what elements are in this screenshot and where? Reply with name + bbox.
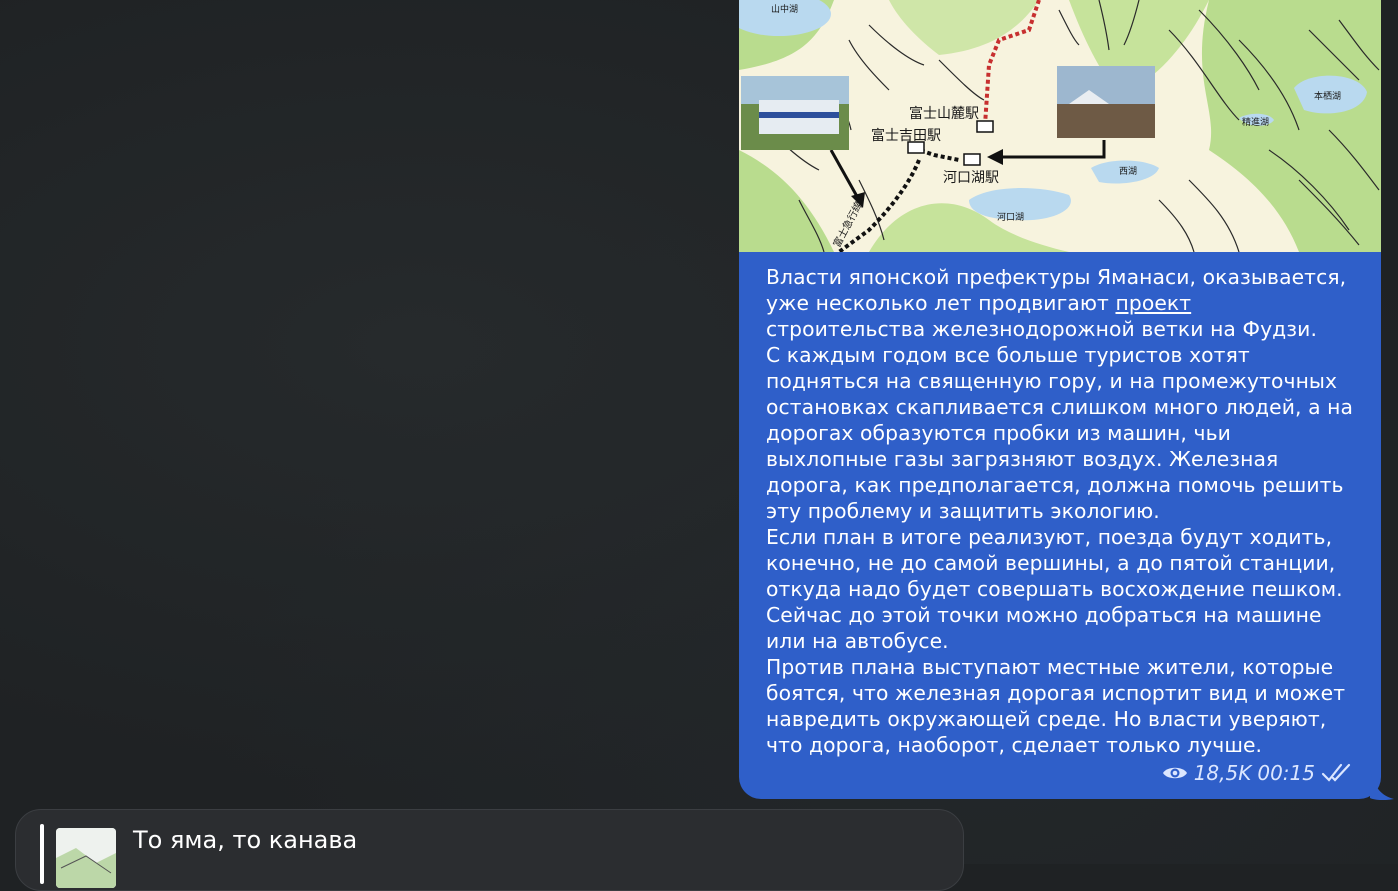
paragraph-intro: Власти японской префектуры Яманаси, оказ… — [766, 264, 1356, 342]
map-label-fujiyoshida: 富士吉田駅 — [871, 127, 941, 144]
paragraph-plan: Если план в итоге реализуют, поезда буду… — [766, 525, 1343, 653]
intro-text-end: строительства железнодорожной ветки на Ф… — [766, 317, 1318, 341]
eye-icon — [1162, 767, 1187, 779]
message-meta: 18,5K 00:15 — [1162, 761, 1353, 785]
map-label-motosuko: 本栖湖 — [1314, 90, 1341, 102]
message-bubble[interactable]: 山中湖 富士山麓駅 富士吉田駅 河口湖駅 河口湖 西湖 精進湖 本栖湖 富士急行… — [739, 0, 1381, 799]
map-image[interactable]: 山中湖 富士山麓駅 富士吉田駅 河口湖駅 河口湖 西湖 精進湖 本栖湖 富士急行… — [739, 0, 1381, 252]
fuji-railway-map: 山中湖 富士山麓駅 富士吉田駅 河口湖駅 河口湖 西湖 精進湖 本栖湖 富士急行… — [739, 0, 1381, 252]
post-title: То яма, то канава — [133, 826, 358, 854]
message-text: Власти японской префектуры Яманаси, оказ… — [766, 264, 1356, 758]
quote-bar — [40, 824, 44, 884]
map-label-shojiko: 精進湖 — [1242, 116, 1269, 128]
message-time: 00:15 — [1257, 761, 1315, 785]
intro-text-start: Власти японской префектуры Яманаси, оказ… — [766, 265, 1347, 315]
next-post-preview[interactable]: То яма, то канава — [15, 809, 964, 891]
map-label-kawaguchiko-station: 河口湖駅 — [943, 170, 999, 186]
paragraph-opposition: Против плана выступают местные жители, к… — [766, 655, 1346, 757]
project-link[interactable]: проект — [1115, 291, 1191, 315]
paragraph-tourists: С каждым годом все больше туристов хотят… — [766, 343, 1354, 523]
map-label-kawaguchiko-lake: 河口湖 — [997, 211, 1024, 223]
post-thumbnail — [56, 828, 116, 888]
map-label-yamanaka: 山中湖 — [771, 3, 798, 15]
map-label-saiko: 西湖 — [1119, 166, 1137, 177]
double-check-icon — [1321, 763, 1351, 782]
map-label-fujisanroku: 富士山麓駅 — [909, 105, 979, 122]
views-count: 18,5K — [1193, 761, 1252, 785]
bubble-tail — [1370, 770, 1394, 800]
